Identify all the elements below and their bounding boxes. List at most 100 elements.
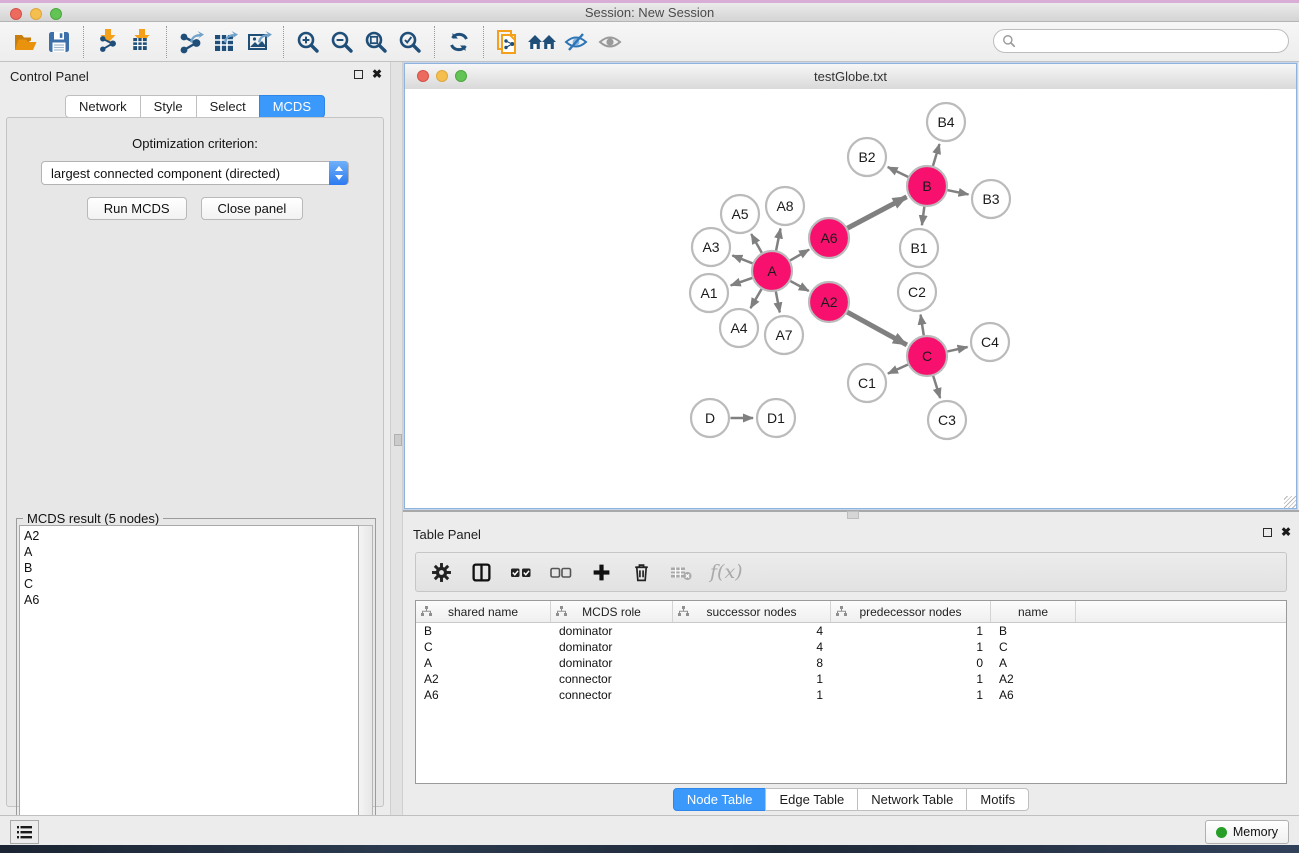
table-row[interactable]: Cdominator41C: [416, 639, 1286, 655]
mcds-result-item[interactable]: A: [24, 544, 354, 560]
table-row[interactable]: A2connector11A2: [416, 671, 1286, 687]
export-network-icon[interactable]: [174, 25, 208, 59]
table-cell[interactable]: A2: [991, 671, 1076, 687]
table-cell[interactable]: B: [416, 623, 551, 639]
graph-node-D[interactable]: D: [691, 399, 729, 437]
graph-node-A8[interactable]: A8: [766, 187, 804, 225]
table-cell[interactable]: dominator: [551, 639, 673, 655]
table-row[interactable]: A6connector11A6: [416, 687, 1286, 703]
eye-slash-icon[interactable]: [559, 25, 593, 59]
column-header-successor-nodes[interactable]: successor nodes: [673, 601, 831, 622]
refresh-icon[interactable]: [442, 25, 476, 59]
save-session-icon[interactable]: [42, 25, 76, 59]
table-cell[interactable]: A6: [416, 687, 551, 703]
table-cell[interactable]: B: [991, 623, 1076, 639]
graph-node-C3[interactable]: C3: [928, 401, 966, 439]
mcds-result-list[interactable]: A2ABCA6: [19, 525, 359, 852]
column-header-MCDS-role[interactable]: MCDS role: [551, 601, 673, 622]
table-row[interactable]: Adominator80A: [416, 655, 1286, 671]
node-table[interactable]: shared nameMCDS rolesuccessor nodesprede…: [415, 600, 1287, 784]
zoom-fit-icon[interactable]: [359, 25, 393, 59]
network-graph[interactable]: B4B2BB3A8A5A6A3B1AA1C2A2A4A7C4CC1C3DD1: [405, 89, 1296, 508]
select-all-checkboxes-icon[interactable]: [510, 561, 532, 583]
zoom-selected-icon[interactable]: [393, 25, 427, 59]
table-row[interactable]: Bdominator41B: [416, 623, 1286, 639]
table-cell[interactable]: 1: [673, 687, 831, 703]
memory-button[interactable]: Memory: [1205, 820, 1289, 844]
graph-node-A2[interactable]: A2: [809, 282, 849, 322]
graph-node-A6[interactable]: A6: [809, 218, 849, 258]
optimization-criterion-dropdown[interactable]: largest connected component (directed): [41, 161, 349, 185]
table-cell[interactable]: A: [991, 655, 1076, 671]
graph-node-B2[interactable]: B2: [848, 138, 886, 176]
add-column-plus-icon[interactable]: [590, 561, 612, 583]
vertical-splitter[interactable]: [390, 62, 403, 815]
mcds-result-item[interactable]: C: [24, 576, 354, 592]
table-cell[interactable]: C: [416, 639, 551, 655]
tab-select[interactable]: Select: [196, 95, 260, 118]
table-cell[interactable]: 1: [673, 671, 831, 687]
mcds-result-item[interactable]: A6: [24, 592, 354, 608]
tab-style[interactable]: Style: [140, 95, 197, 118]
close-panel-button[interactable]: Close panel: [201, 197, 304, 220]
task-history-button[interactable]: [10, 820, 39, 844]
mcds-result-item[interactable]: B: [24, 560, 354, 576]
import-network-icon[interactable]: [91, 25, 125, 59]
column-split-icon[interactable]: [470, 561, 492, 583]
import-table-icon[interactable]: [125, 25, 159, 59]
table-cell[interactable]: A: [416, 655, 551, 671]
float-panel-icon[interactable]: [354, 70, 363, 79]
graph-node-C4[interactable]: C4: [971, 323, 1009, 361]
zoom-out-icon[interactable]: [325, 25, 359, 59]
table-settings-gear-icon[interactable]: [430, 561, 452, 583]
table-cell[interactable]: C: [991, 639, 1076, 655]
graph-node-D1[interactable]: D1: [757, 399, 795, 437]
zoom-in-icon[interactable]: [291, 25, 325, 59]
result-list-scrollbar[interactable]: [359, 525, 373, 852]
graph-node-A4[interactable]: A4: [720, 309, 758, 347]
graph-node-A7[interactable]: A7: [765, 316, 803, 354]
table-cell[interactable]: A2: [416, 671, 551, 687]
graph-node-B4[interactable]: B4: [927, 103, 965, 141]
table-cell[interactable]: connector: [551, 687, 673, 703]
vertical-splitter-handle[interactable]: [394, 434, 402, 446]
table-cell[interactable]: dominator: [551, 655, 673, 671]
frame-resize-handle[interactable]: [1284, 496, 1296, 508]
tab-network-table[interactable]: Network Table: [857, 788, 967, 811]
column-header-predecessor-nodes[interactable]: predecessor nodes: [831, 601, 991, 622]
deselect-checkboxes-icon[interactable]: [550, 561, 572, 583]
tab-mcds[interactable]: MCDS: [259, 95, 325, 118]
horizontal-splitter-handle[interactable]: [847, 511, 859, 519]
table-cell[interactable]: 1: [831, 639, 991, 655]
graph-node-B1[interactable]: B1: [900, 229, 938, 267]
search-input[interactable]: [1021, 33, 1280, 49]
graph-node-C1[interactable]: C1: [848, 364, 886, 402]
graph-node-B3[interactable]: B3: [972, 180, 1010, 218]
close-panel-icon[interactable]: ✖: [372, 69, 382, 80]
open-folder-icon[interactable]: [8, 25, 42, 59]
tab-node-table[interactable]: Node Table: [673, 788, 767, 811]
run-mcds-button[interactable]: Run MCDS: [87, 197, 187, 220]
tab-network[interactable]: Network: [65, 95, 141, 118]
table-cell[interactable]: A6: [991, 687, 1076, 703]
graph-node-A[interactable]: A: [752, 251, 792, 291]
tab-edge-table[interactable]: Edge Table: [765, 788, 858, 811]
graph-node-A1[interactable]: A1: [690, 274, 728, 312]
table-close-panel-icon[interactable]: ✖: [1281, 527, 1291, 538]
graph-node-C2[interactable]: C2: [898, 273, 936, 311]
table-cell[interactable]: 1: [831, 623, 991, 639]
mcds-result-item[interactable]: A2: [24, 528, 354, 544]
column-header-shared-name[interactable]: shared name: [416, 601, 551, 622]
graph-node-A3[interactable]: A3: [692, 228, 730, 266]
export-image-icon[interactable]: [242, 25, 276, 59]
table-cell[interactable]: dominator: [551, 623, 673, 639]
table-cell[interactable]: 0: [831, 655, 991, 671]
network-canvas[interactable]: B4B2BB3A8A5A6A3B1AA1C2A2A4A7C4CC1C3DD1: [405, 89, 1296, 508]
copy-network-document-icon[interactable]: [491, 25, 525, 59]
table-cell[interactable]: 8: [673, 655, 831, 671]
network-frame-titlebar[interactable]: testGlobe.txt: [405, 64, 1296, 90]
eye-icon[interactable]: [593, 25, 627, 59]
graph-node-B[interactable]: B: [907, 166, 947, 206]
table-cell[interactable]: 4: [673, 623, 831, 639]
column-header-name[interactable]: name: [991, 601, 1076, 622]
